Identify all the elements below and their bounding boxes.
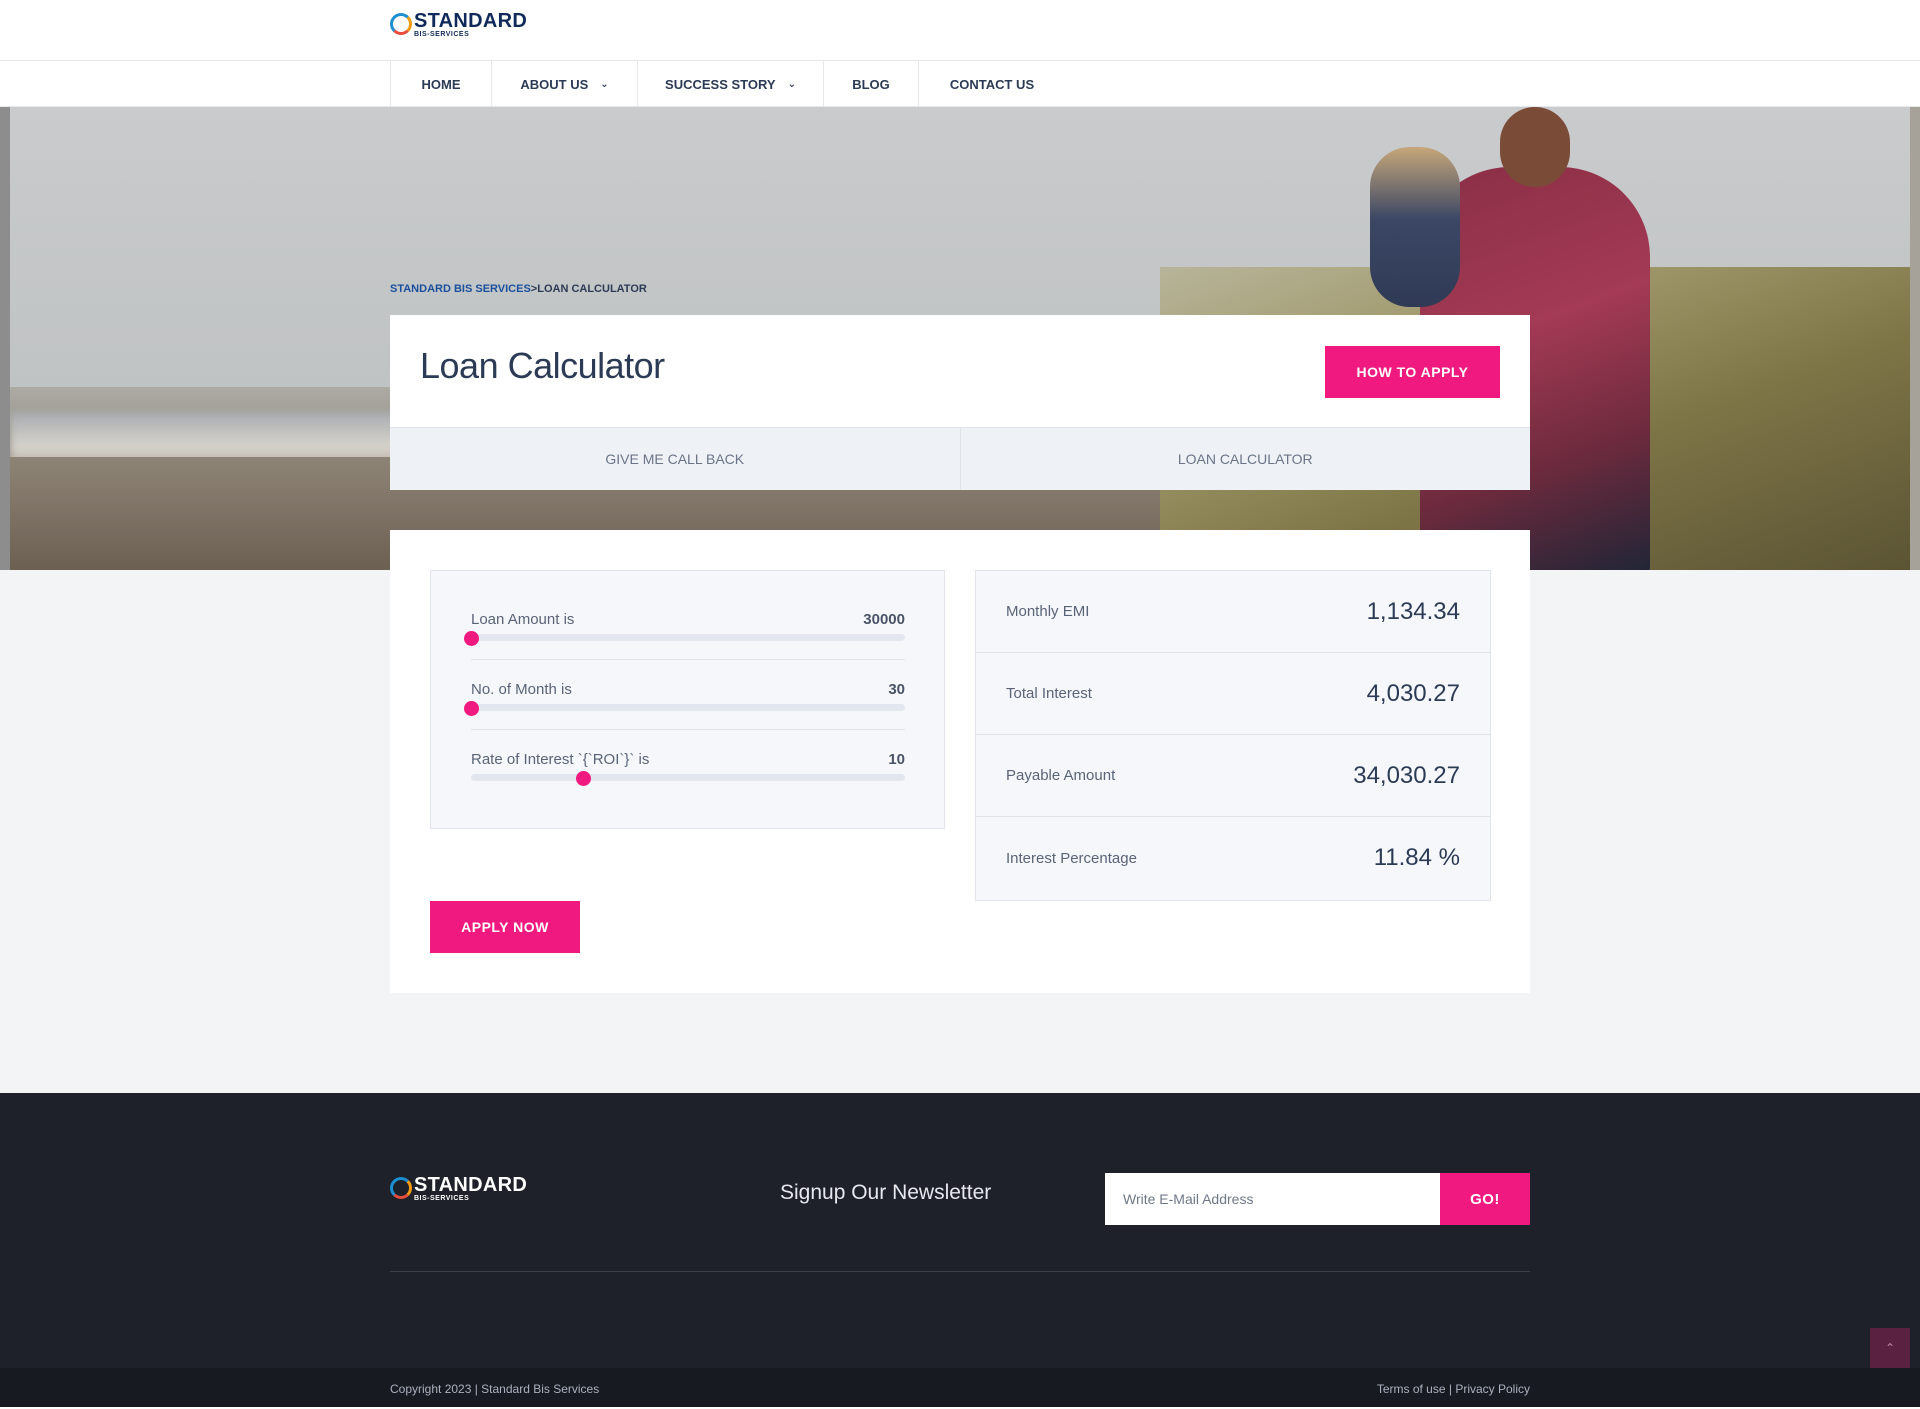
nav-item-blog[interactable]: BLOG xyxy=(824,61,919,107)
footer-bottom-bar: Copyright 2023 | Standard Bis Services T… xyxy=(0,1368,1920,1407)
breadcrumb: STANDARD BIS SERVICES>LOAN CALCULATOR xyxy=(390,283,647,295)
nav-item-label: BLOG xyxy=(852,76,890,92)
hero-person-head xyxy=(1500,107,1570,187)
footer-logo[interactable]: STANDARD BIS-SERVICES xyxy=(390,1175,527,1202)
nav-item-about-us[interactable]: ABOUT US ⌄ xyxy=(492,61,638,107)
logo-text: STANDARD BIS-SERVICES xyxy=(414,11,527,38)
hero-edge-left xyxy=(0,107,10,570)
logo-text: STANDARD BIS-SERVICES xyxy=(414,1175,527,1202)
tab-give-me-call-back[interactable]: GIVE ME CALL BACK xyxy=(390,427,960,490)
hero-child-figure xyxy=(1370,147,1460,307)
result-label: Total Interest xyxy=(1006,685,1092,702)
main-navigation: HOME ABOUT US ⌄ SUCCESS STORY ⌄ BLOG CON… xyxy=(0,61,1920,107)
chevron-down-icon: ⌄ xyxy=(600,78,609,90)
loan-amount-value: 30000 xyxy=(863,611,905,628)
apply-now-button[interactable]: APPLY NOW xyxy=(430,901,580,953)
nav-item-success-story[interactable]: SUCCESS STORY ⌄ xyxy=(638,61,824,107)
result-value: 4,030.27 xyxy=(1366,679,1460,707)
nav-item-label: HOME xyxy=(421,76,461,92)
result-total-interest: Total Interest 4,030.27 xyxy=(976,653,1490,735)
scroll-to-top-button[interactable]: ⌃ xyxy=(1870,1328,1910,1368)
breadcrumb-current: LOAN CALCULATOR xyxy=(537,283,647,295)
result-label: Interest Percentage xyxy=(1006,849,1137,867)
terms-of-use-link[interactable]: Terms of use xyxy=(1377,1382,1446,1396)
page-title: Loan Calculator xyxy=(420,345,665,386)
page-title-card: Loan Calculator HOW TO APPLY xyxy=(390,315,1530,427)
interest-rate-slider-thumb[interactable] xyxy=(575,771,591,786)
logo-sub-text: BIS-SERVICES xyxy=(414,1195,470,1202)
loan-amount-track[interactable] xyxy=(471,634,905,641)
logo-main-text: STANDARD xyxy=(414,10,528,32)
newsletter-email-input[interactable] xyxy=(1105,1173,1440,1225)
legal-separator: | xyxy=(1445,1382,1456,1396)
nav-item-label: CONTACT US xyxy=(949,76,1035,92)
chevron-down-icon: ⌄ xyxy=(787,78,796,90)
sliders-panel: Loan Amount is 30000 No. of Month is 30 … xyxy=(430,570,945,829)
months-track[interactable] xyxy=(471,704,905,711)
breadcrumb-home-link[interactable]: STANDARD BIS SERVICES xyxy=(390,283,531,295)
nav-menu: HOME ABOUT US ⌄ SUCCESS STORY ⌄ BLOG CON… xyxy=(390,61,1065,107)
newsletter-title: Signup Our Newsletter xyxy=(780,1181,992,1204)
logo-sub-text: BIS-SERVICES xyxy=(414,31,470,38)
nav-item-home[interactable]: HOME xyxy=(391,61,492,107)
result-monthly-emi: Monthly EMI 1,134.34 xyxy=(976,571,1490,653)
slider-divider xyxy=(471,659,905,660)
page-tabs: GIVE ME CALL BACK LOAN CALCULATOR xyxy=(390,427,1530,490)
chevron-up-icon: ⌃ xyxy=(1884,1341,1896,1355)
result-label: Monthly EMI xyxy=(1006,603,1090,620)
months-slider-thumb[interactable] xyxy=(464,701,479,716)
copyright-text: Copyright 2023 | Standard Bis Services xyxy=(390,1382,600,1396)
interest-rate-value: 10 xyxy=(888,751,905,768)
brand-logo[interactable]: STANDARD BIS-SERVICES xyxy=(390,11,527,38)
interest-rate-label: Rate of Interest `{`ROI`}` is xyxy=(471,751,650,768)
top-header: STANDARD BIS-SERVICES xyxy=(0,0,1920,61)
loan-amount-slider-thumb[interactable] xyxy=(464,631,479,646)
interest-rate-track[interactable] xyxy=(471,774,905,781)
slider-divider xyxy=(471,729,905,730)
hero-edge-right xyxy=(1910,107,1920,570)
how-to-apply-button[interactable]: HOW TO APPLY xyxy=(1325,346,1500,398)
nav-item-label: SUCCESS STORY xyxy=(665,76,776,92)
legal-links: Terms of use | Privacy Policy xyxy=(1377,1382,1530,1396)
privacy-policy-link[interactable]: Privacy Policy xyxy=(1455,1382,1530,1396)
nav-item-contact-us[interactable]: CONTACT US xyxy=(919,61,1065,107)
result-value: 34,030.27 xyxy=(1353,761,1460,789)
result-interest-percentage: Interest Percentage 11.84 % xyxy=(976,817,1490,899)
months-value: 30 xyxy=(888,681,905,698)
loan-calculator-card: Loan Amount is 30000 No. of Month is 30 … xyxy=(390,530,1530,993)
footer: STANDARD BIS-SERVICES Signup Our Newslet… xyxy=(0,1093,1920,1368)
footer-divider xyxy=(390,1271,1530,1272)
loan-amount-label: Loan Amount is xyxy=(471,611,575,628)
logo-ring-icon xyxy=(390,1177,412,1199)
results-panel: Monthly EMI 1,134.34 Total Interest 4,03… xyxy=(975,570,1491,901)
result-payable-amount: Payable Amount 34,030.27 xyxy=(976,735,1490,817)
result-label: Payable Amount xyxy=(1006,767,1116,784)
result-value: 1,134.34 xyxy=(1366,597,1460,625)
tab-loan-calculator[interactable]: LOAN CALCULATOR xyxy=(959,427,1530,490)
months-label: No. of Month is xyxy=(471,681,572,698)
logo-main-text: STANDARD xyxy=(414,1174,528,1196)
nav-item-label: ABOUT US xyxy=(520,76,589,92)
result-value: 11.84 % xyxy=(1373,844,1460,871)
logo-ring-icon xyxy=(390,13,412,35)
newsletter-go-button[interactable]: GO! xyxy=(1440,1173,1530,1225)
